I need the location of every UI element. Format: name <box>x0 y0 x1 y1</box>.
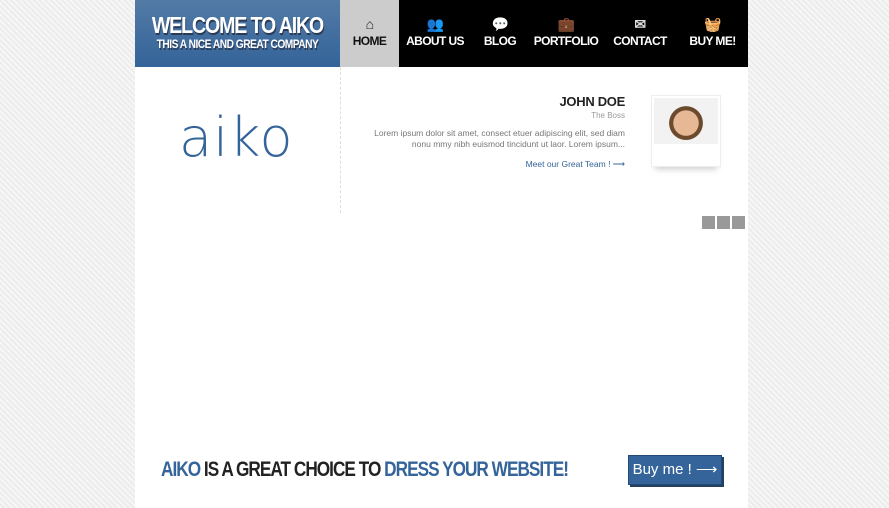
tagline-text: IS A GREAT CHOICE TO <box>200 458 385 481</box>
divider <box>340 67 341 213</box>
team-member: JOHN DOE The Boss Lorem ipsum dolor sit … <box>365 94 625 170</box>
site-title: WELCOME TO AIKO <box>151 12 324 38</box>
tagline: AIKO IS A GREAT CHOICE TO DRESS YOUR WEB… <box>161 458 569 482</box>
chat-bubbles-icon: 💬 <box>491 16 509 32</box>
nav-blog[interactable]: 💬 BLOG <box>471 0 529 67</box>
basket-icon: 🧺 <box>704 16 721 32</box>
nav-home[interactable]: ⌂ HOME <box>340 0 399 67</box>
site-subtitle: THIS A NICE AND GREAT COMPANY <box>156 37 319 51</box>
home-icon: ⌂ <box>365 16 374 32</box>
member-role: The Boss <box>591 111 625 120</box>
nav-about-us[interactable]: 👥 ABOUT US <box>399 0 471 67</box>
main-nav: ⌂ HOME 👥 ABOUT US 💬 BLOG 💼 PORTFOLIO ✉ CONTAC… <box>340 0 748 67</box>
slider-dot[interactable] <box>717 216 730 229</box>
users-icon: 👥 <box>426 16 444 32</box>
slider-pagination <box>702 216 745 229</box>
tagline-highlight: DRESS YOUR WEBSITE! <box>384 458 569 481</box>
slider-dot[interactable] <box>702 216 715 229</box>
nav-portfolio[interactable]: 💼 PORTFOLIO <box>529 0 603 67</box>
envelope-icon: ✉ <box>634 16 646 32</box>
member-description: Lorem ipsum dolor sit amet, consect etue… <box>374 128 625 149</box>
aiko-logo: aiko <box>179 106 294 169</box>
nav-label: BLOG <box>483 34 517 48</box>
site-brand[interactable]: WELCOME TO AIKO THIS A NICE AND GREAT CO… <box>135 0 340 67</box>
nav-label: PORTFOLIO <box>533 34 599 48</box>
meet-team-link[interactable]: Meet our Great Team ! ⟶ <box>365 159 625 170</box>
page: WELCOME TO AIKO THIS A NICE AND GREAT CO… <box>135 0 748 508</box>
nav-label: BUY ME! <box>689 34 736 48</box>
nav-label: ABOUT US <box>406 34 464 48</box>
nav-buy-me[interactable]: 🧺 BUY ME! <box>677 0 748 67</box>
nav-label: HOME <box>352 34 387 48</box>
nav-label: CONTACT <box>613 34 667 48</box>
nav-contact[interactable]: ✉ CONTACT <box>603 0 677 67</box>
slider-dot[interactable] <box>732 216 745 229</box>
member-photo <box>651 95 721 167</box>
briefcase-icon: 💼 <box>557 16 575 32</box>
tagline-brand: AIKO <box>161 458 201 481</box>
member-name: JOHN DOE <box>559 94 625 109</box>
buy-me-button[interactable]: Buy me ! ⟶ <box>628 455 722 485</box>
